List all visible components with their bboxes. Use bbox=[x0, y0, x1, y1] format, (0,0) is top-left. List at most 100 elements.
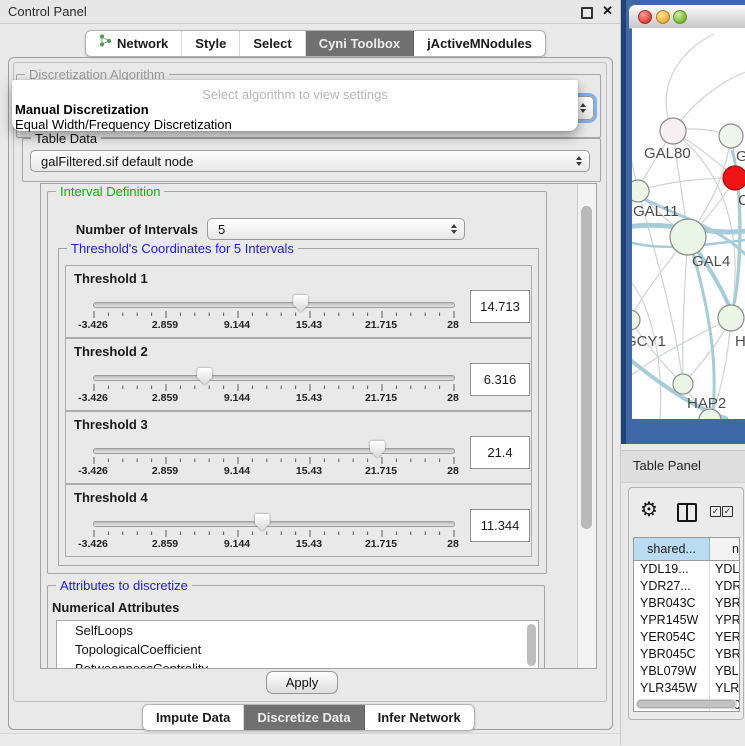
network-node-hap2[interactable] bbox=[673, 374, 693, 394]
network-node-gal4[interactable] bbox=[670, 219, 706, 255]
threshold-panel-3: Threshold 3-3.4262.8599.14415.4321.71528… bbox=[65, 411, 532, 484]
threshold-panel-1: Threshold 1-3.4262.8599.14415.4321.71528… bbox=[65, 265, 532, 338]
network-graph: GAL80GACGAL11GAL4GCY1HHAP2 bbox=[632, 28, 745, 419]
network-icon bbox=[99, 31, 112, 56]
threshold-slider-track[interactable] bbox=[93, 448, 455, 454]
tab-jactivemnodules[interactable]: jActiveMNodules bbox=[414, 31, 545, 56]
table-horizontal-scrollbar[interactable] bbox=[636, 699, 737, 709]
tab-select[interactable]: Select bbox=[240, 31, 305, 56]
table-header-shared-name[interactable]: shared... bbox=[634, 538, 710, 560]
network-node-gal80[interactable] bbox=[660, 118, 686, 144]
threshold-label: Threshold 3 bbox=[74, 417, 148, 432]
table-cell-name[interactable]: YLR3 bbox=[710, 680, 739, 697]
table-cell-shared-name[interactable]: YBL079W bbox=[634, 663, 710, 680]
table-cell-name[interactable]: YBR0 bbox=[710, 595, 739, 612]
table-cell-shared-name[interactable]: YER054C bbox=[634, 629, 710, 646]
table-row[interactable]: YLR345WYLR3 bbox=[634, 680, 739, 697]
tab-impute-data[interactable]: Impute Data bbox=[143, 705, 244, 730]
threshold-slider-track[interactable] bbox=[93, 521, 455, 527]
tab-discretize-data[interactable]: Discretize Data bbox=[244, 705, 364, 730]
table-cell-name[interactable]: YER0 bbox=[710, 629, 739, 646]
table-cell-shared-name[interactable]: YDR27... bbox=[634, 578, 710, 595]
tab-style[interactable]: Style bbox=[182, 31, 240, 56]
threshold-value-field[interactable]: 14.713 bbox=[470, 290, 530, 323]
table-cell-shared-name[interactable]: YBR045C bbox=[634, 646, 710, 663]
table-header-name[interactable]: n bbox=[710, 538, 739, 560]
table-cell-shared-name[interactable]: YLR345W bbox=[634, 680, 710, 697]
table-cell-name[interactable]: YBL0 bbox=[710, 663, 739, 680]
attribute-list-item[interactable]: BetweennessCentrality bbox=[57, 659, 538, 669]
dropdown-option-equal-width[interactable]: Equal Width/Frequency Discretization bbox=[15, 117, 232, 132]
minimize-traffic-light-icon[interactable] bbox=[656, 10, 670, 24]
checkbox-icon[interactable]: ✓ bbox=[722, 506, 733, 517]
numerical-attributes-list[interactable]: SelfLoopsTopologicalCoefficientBetweenne… bbox=[56, 620, 539, 669]
attribute-list-item[interactable]: TopologicalCoefficient bbox=[57, 640, 538, 659]
settings-vertical-scrollbar[interactable] bbox=[577, 184, 596, 668]
table-cell-shared-name[interactable]: YDL19... bbox=[634, 561, 710, 578]
gear-icon[interactable]: ⚙ bbox=[640, 497, 658, 522]
table-row[interactable]: YBR043CYBR0 bbox=[634, 595, 739, 612]
table-header-row: shared... n bbox=[634, 538, 739, 561]
attributes-scrollbar-thumb[interactable] bbox=[527, 624, 536, 666]
slider-tick-label: -3.426 bbox=[78, 465, 108, 477]
table-row[interactable]: YDR27...YDR2 bbox=[634, 578, 739, 595]
network-node-gal11[interactable] bbox=[632, 180, 649, 202]
close-icon[interactable]: ✕ bbox=[602, 3, 613, 19]
zoom-traffic-light-icon[interactable] bbox=[673, 10, 687, 24]
tab-label: Style bbox=[195, 31, 226, 56]
table-row[interactable]: YPR145WYPR1 bbox=[634, 612, 739, 629]
tab-infer-network[interactable]: Infer Network bbox=[365, 705, 474, 730]
slider-tick-marks bbox=[93, 529, 455, 538]
apply-button[interactable]: Apply bbox=[266, 671, 338, 694]
dropdown-option-manual[interactable]: Manual Discretization bbox=[15, 102, 149, 117]
number-of-intervals-label: Number of Intervals bbox=[68, 222, 198, 237]
dropdown-prompt: Select algorithm to view settings bbox=[12, 87, 578, 102]
table-row[interactable]: YBL079WYBL0 bbox=[634, 663, 739, 680]
tab-network[interactable]: Network bbox=[86, 31, 182, 56]
network-edge bbox=[666, 34, 714, 131]
close-traffic-light-icon[interactable] bbox=[638, 10, 652, 24]
network-node-c[interactable] bbox=[723, 166, 745, 190]
threshold-value-field[interactable]: 21.4 bbox=[470, 436, 530, 469]
table-row[interactable]: YBR045CYBR0 bbox=[634, 646, 739, 663]
threshold-value-field[interactable]: 6.316 bbox=[470, 363, 530, 396]
table-data-combobox[interactable]: galFiltered.sif default node bbox=[30, 150, 590, 172]
combo-arrows-icon bbox=[576, 156, 582, 166]
slider-tick-label: 9.144 bbox=[224, 465, 250, 477]
columns-icon[interactable] bbox=[677, 503, 697, 522]
network-node-label: GA bbox=[736, 148, 745, 165]
table-row[interactable]: YDL19...YDL1 bbox=[634, 561, 739, 578]
network-node-label: GAL80 bbox=[644, 145, 691, 162]
table-cell-name[interactable]: YBR0 bbox=[710, 646, 739, 663]
threshold-slider-track[interactable] bbox=[93, 375, 455, 381]
algorithm-dropdown-popup: Select algorithm to view settings Manual… bbox=[12, 80, 578, 131]
table-hscrollbar-thumb[interactable] bbox=[637, 700, 735, 708]
table-cell-name[interactable]: YDR2 bbox=[710, 578, 739, 595]
network-node-h[interactable] bbox=[718, 305, 744, 331]
tab-label: Infer Network bbox=[378, 705, 461, 730]
tab-label: Discretize Data bbox=[257, 705, 350, 730]
table-panel: ⚙ ✓ ✓ shared... n YDL19...YDL1YDR27...YD… bbox=[628, 487, 744, 720]
float-window-icon[interactable] bbox=[581, 7, 593, 19]
table-row[interactable]: YER054CYER0 bbox=[634, 629, 739, 646]
attribute-list-item[interactable]: SelfLoops bbox=[57, 621, 538, 640]
table-cell-name[interactable]: YPR1 bbox=[710, 612, 739, 629]
tab-cyni-toolbox[interactable]: Cyni Toolbox bbox=[306, 31, 414, 56]
table-cell-name[interactable]: YDL1 bbox=[710, 561, 739, 578]
network-node-ga[interactable] bbox=[719, 124, 743, 148]
table-rows: YDL19...YDL1YDR27...YDR2YBR043CYBR0YPR14… bbox=[634, 561, 739, 712]
network-node-label: GAL4 bbox=[692, 253, 730, 270]
threshold-slider-track[interactable] bbox=[93, 302, 455, 308]
threshold-value-field[interactable]: 11.344 bbox=[470, 509, 530, 542]
network-canvas[interactable]: GAL80GACGAL11GAL4GCY1HHAP2 bbox=[632, 28, 745, 419]
network-node-label: C bbox=[738, 192, 745, 209]
table-cell-shared-name[interactable]: YBR043C bbox=[634, 595, 710, 612]
table-cell-shared-name[interactable]: YPR145W bbox=[634, 612, 710, 629]
network-node-label: GCY1 bbox=[632, 333, 666, 350]
threshold-panel-2: Threshold 2-3.4262.8599.14415.4321.71528… bbox=[65, 338, 532, 411]
checkbox-icon[interactable]: ✓ bbox=[710, 506, 721, 517]
number-of-intervals-combobox[interactable]: 5 bbox=[207, 218, 465, 240]
slider-tick-label: 2.859 bbox=[152, 538, 178, 550]
settings-scrollbar-thumb[interactable] bbox=[581, 206, 592, 529]
network-node-gcy1[interactable] bbox=[632, 310, 640, 330]
